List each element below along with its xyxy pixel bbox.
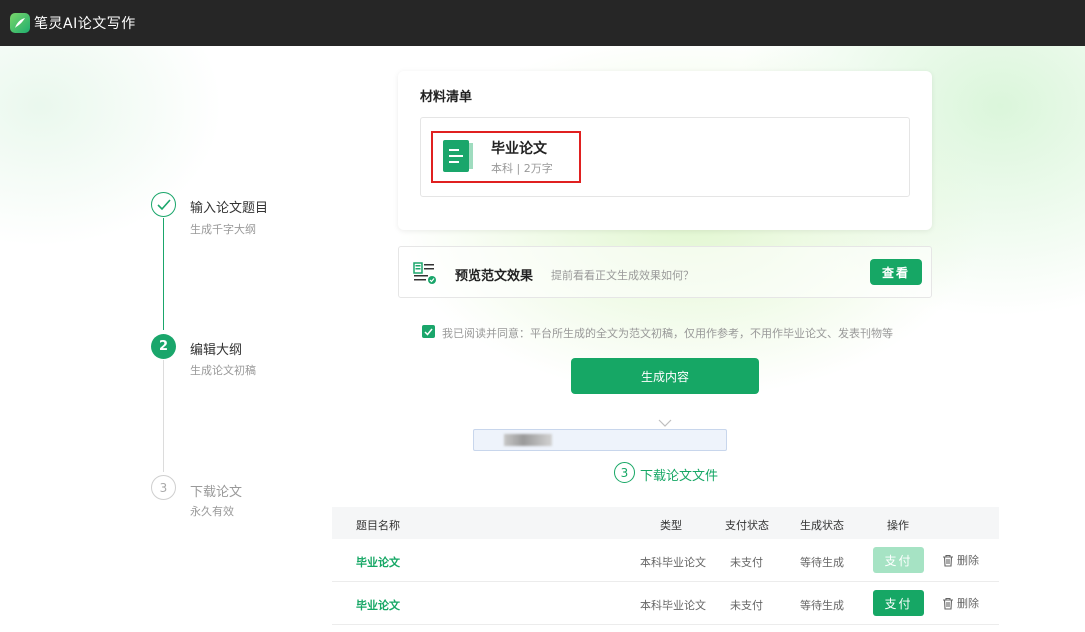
app-logo-icon [10, 13, 30, 33]
pay-button[interactable]: 支付 [873, 590, 924, 616]
download-step-number: 3 [614, 462, 635, 483]
table-row: 毕业论文 本科毕业论文 未支付 等待生成 支付 删除 [332, 539, 999, 582]
delete-label: 删除 [957, 554, 979, 567]
step-1-check-icon [151, 192, 176, 217]
header-gen: 生成状态 [800, 519, 844, 532]
row-type: 本科毕业论文 [640, 556, 706, 569]
preview-bar: 预览范文效果 提前看看正文生成效果如何？ 查看 [398, 246, 932, 298]
agreement-text: 我已阅读并同意：平台所生成的全文为范文初稿，仅用作参考，不用作毕业论文、发表刊物… [442, 327, 893, 340]
step-2-subtitle: 生成论文初稿 [190, 364, 256, 377]
table-row: 毕业论文 本科毕业论文 未支付 等待生成 支付 删除 [332, 582, 999, 625]
step-2-number: 2 [151, 334, 176, 359]
step-3-title: 下载论文 [190, 485, 243, 500]
header-action: 操作 [887, 519, 909, 532]
delete-button[interactable]: 删除 [942, 595, 979, 611]
pay-button[interactable]: 支付 [873, 547, 924, 573]
trash-icon [943, 554, 953, 567]
document-name: 毕业论文 [491, 141, 547, 157]
preview-document-icon [413, 261, 437, 285]
table-header: 题目名称 类型 支付状态 生成状态 操作 [332, 507, 999, 539]
materials-card: 材料清单 毕业论文 本科 | 2万字 [398, 71, 932, 230]
row-pay-status: 未支付 [730, 599, 763, 612]
preview-title: 预览范文效果 [455, 269, 534, 284]
agreement-checkbox[interactable] [422, 325, 435, 338]
row-gen-status: 等待生成 [800, 556, 844, 569]
materials-title: 材料清单 [420, 90, 473, 105]
document-meta: 本科 | 2万字 [491, 162, 553, 175]
chevron-down-icon [658, 419, 672, 427]
top-bar: 笔灵AI论文写作 [0, 0, 1085, 46]
delete-button[interactable]: 删除 [942, 552, 979, 568]
step-1-subtitle: 生成千字大纲 [190, 223, 256, 236]
step-1-title: 输入论文题目 [190, 201, 269, 216]
row-type: 本科毕业论文 [640, 599, 706, 612]
blurred-content [504, 434, 552, 446]
step-connector-1 [163, 218, 164, 330]
delete-label: 删除 [957, 597, 979, 610]
trash-icon [943, 597, 953, 610]
header-pay: 支付状态 [725, 519, 769, 532]
header-name: 题目名称 [356, 519, 400, 532]
blurred-progress-bar [473, 429, 727, 451]
step-connector-2 [163, 360, 164, 472]
step-3-subtitle: 永久有效 [190, 505, 234, 518]
generate-button[interactable]: 生成内容 [571, 358, 759, 394]
row-pay-status: 未支付 [730, 556, 763, 569]
row-gen-status: 等待生成 [800, 599, 844, 612]
material-item[interactable]: 毕业论文 本科 | 2万字 [420, 117, 910, 197]
step-2-title: 编辑大纲 [190, 343, 243, 358]
view-button[interactable]: 查看 [870, 259, 922, 285]
step-3-number: 3 [151, 475, 176, 500]
row-title[interactable]: 毕业论文 [356, 554, 400, 570]
row-title[interactable]: 毕业论文 [356, 597, 400, 613]
download-label: 下载论文文件 [640, 469, 719, 484]
document-icon [443, 140, 473, 172]
preview-hint: 提前看看正文生成效果如何？ [551, 269, 694, 282]
app-title: 笔灵AI论文写作 [34, 16, 136, 32]
header-type: 类型 [660, 519, 682, 532]
